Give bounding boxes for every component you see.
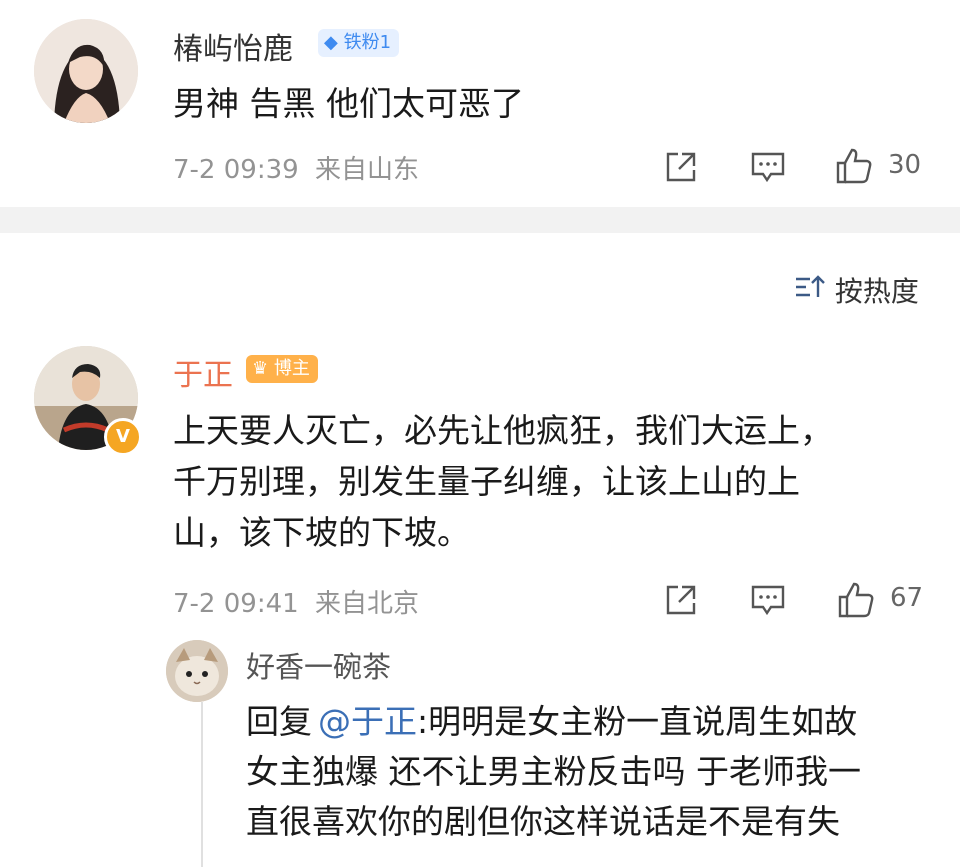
diamond-icon: ◆ (324, 32, 338, 53)
comment-text-line: 上天要人灭亡，必先让他疯狂，我们大运上， (173, 411, 833, 450)
fan-badge: ◆ 铁粉1 (318, 29, 400, 57)
reply-thread-line (201, 702, 203, 867)
blogger-badge-label: 博主 (273, 358, 310, 379)
reply-text-line: 回复 @于正:明明是女主粉一直说周生如故 (246, 697, 946, 747)
reply-text-segment: 明明是女主粉一直说周生如故 (428, 702, 858, 741)
verified-badge-icon: V (104, 418, 142, 456)
comment-time: 7-2 09:39 (173, 155, 299, 185)
comment-text: 男神 告黑 他们太可恶了 (173, 84, 524, 123)
share-icon[interactable] (664, 150, 698, 188)
comment-text-line: 千万别理，别发生量子纠缠，让该上山的上 (173, 462, 800, 501)
like-icon[interactable] (834, 146, 874, 190)
reply-text-line: 女主独爆 还不让男主粉反击吗 于老师我一 (246, 752, 861, 791)
crown-icon: ♛ (252, 358, 269, 379)
share-icon[interactable] (664, 583, 698, 621)
reply-text-line: 直很喜欢你的剧但你这样说话是不是有失 (246, 802, 840, 841)
comment-text: 上天要人灭亡，必先让他疯狂，我们大运上， 千万别理，别发生量子纠缠，让该上山的上… (173, 405, 933, 558)
like-count: 67 (890, 583, 924, 613)
avatar[interactable] (166, 640, 228, 702)
section-divider (0, 207, 960, 233)
mention-link[interactable]: @于正 (318, 702, 417, 741)
reply-prefix: 回复 (246, 702, 312, 741)
fan-badge-label: 铁粉1 (343, 32, 392, 53)
sort-icon (794, 273, 826, 308)
comment-meta: 7-2 09:41 来自北京 (173, 583, 419, 620)
commenter-name[interactable]: 于正 (173, 350, 233, 394)
avatar-image (34, 19, 138, 123)
comment-icon[interactable] (750, 150, 786, 188)
reply-colon: : (417, 702, 429, 741)
sort-toggle[interactable]: 按热度 (794, 270, 919, 310)
like-icon[interactable] (836, 580, 876, 624)
like-count: 30 (888, 150, 922, 180)
comment-location: 来自山东 (314, 155, 419, 185)
comment-time: 7-2 09:41 (173, 589, 299, 619)
commenter-name[interactable]: 椿屿怡鹿 (173, 24, 293, 68)
comment-location: 来自北京 (314, 589, 419, 619)
reply-user-name[interactable]: 好香一碗茶 (246, 644, 391, 686)
avatar[interactable] (34, 19, 138, 123)
sort-label: 按热度 (834, 275, 919, 308)
comment-icon[interactable] (750, 583, 786, 621)
blogger-badge: ♛ 博主 (246, 355, 318, 383)
reply-text: 回复 @于正:明明是女主粉一直说周生如故 女主独爆 还不让男主粉反击吗 于老师我一… (246, 697, 946, 847)
avatar-image (166, 640, 228, 702)
comment-text-line: 山，该下坡的下坡。 (173, 513, 470, 552)
comment-meta: 7-2 09:39 来自山东 (173, 149, 419, 186)
